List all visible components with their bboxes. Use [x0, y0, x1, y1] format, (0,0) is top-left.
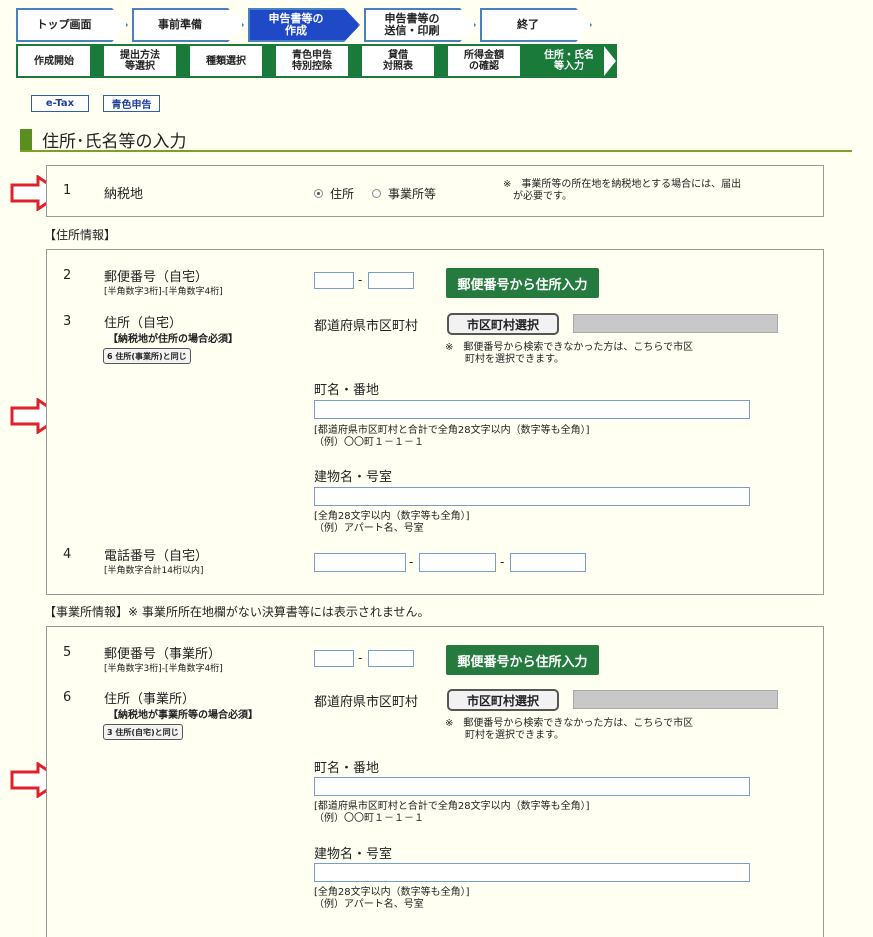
row-number: 3: [63, 314, 72, 329]
copy-home-address-button[interactable]: 3 住所(自宅)と同じ: [103, 724, 183, 740]
radio-office[interactable]: [372, 189, 381, 198]
sub-step-start[interactable]: 作成開始: [18, 46, 102, 76]
blue-return-icon: 青色申告: [103, 95, 160, 112]
home-city-select-button[interactable]: 市区町村選択: [447, 313, 559, 335]
home-phone-input-1[interactable]: [314, 553, 406, 572]
sub-step-label: 提出方法 等選択: [104, 46, 176, 76]
office-town-input[interactable]: [314, 777, 750, 796]
home-building-label: 建物名・号室: [314, 470, 393, 485]
nav-step-end[interactable]: 終了: [480, 8, 592, 42]
nav-step-label: 申告書等の 作成: [268, 12, 324, 37]
nav-step-label: 事前準備: [158, 18, 202, 31]
sub-step-label: 住所・氏名 等入力: [534, 46, 604, 76]
sub-step-address[interactable]: 住所・氏名 等入力: [534, 46, 616, 76]
sub-step-label: 所得金額 の確認: [448, 46, 520, 76]
office-building-note: [全角28文字以内（数字等も全角）] （例）アパート名、号室: [314, 887, 470, 910]
dash: -: [500, 555, 505, 569]
sub-step-balance[interactable]: 貸借 対照表: [362, 46, 446, 76]
home-phone-input-2[interactable]: [419, 553, 496, 572]
page-title: 住所･氏名等の入力: [42, 132, 187, 152]
nav-step-label: トップ画面: [36, 18, 92, 31]
home-building-input[interactable]: [314, 487, 750, 506]
office-building-label: 建物名・号室: [314, 847, 393, 862]
sub-step-label: 種類選択: [190, 46, 262, 76]
sub-step-label: 貸借 対照表: [362, 46, 434, 76]
office-address-label: 住所（事業所）: [104, 692, 196, 707]
home-town-label: 町名・番地: [314, 383, 380, 398]
dash: -: [358, 651, 363, 665]
radio-home[interactable]: [314, 189, 323, 198]
office-city-note: ※ 郵便番号から検索できなかった方は、こちらで市区 町村を選択できます。: [445, 718, 694, 741]
tax-place-label: 納税地: [104, 187, 144, 202]
home-info-box: [46, 249, 824, 595]
office-building-input[interactable]: [314, 863, 750, 882]
office-pref-label: 都道府県市区町村: [314, 695, 419, 710]
sub-step-label: 作成開始: [18, 46, 90, 76]
office-city-field: [573, 690, 778, 709]
office-postal-label: 郵便番号（事業所）: [104, 647, 222, 662]
nav-step-top[interactable]: トップ画面: [16, 8, 128, 42]
office-town-note: [都道府県市区町村と合計で全角28文字以内（数字等も全角）] （例）〇〇町１－１…: [314, 801, 590, 824]
home-postal-lookup-button[interactable]: 郵便番号から住所入力: [446, 268, 599, 298]
office-postal-lookup-button[interactable]: 郵便番号から住所入力: [446, 645, 599, 675]
row-number: 6: [63, 690, 72, 705]
home-postal-hint: [半角数字3桁]-[半角数字4桁]: [104, 287, 223, 297]
home-postal-label: 郵便番号（自宅）: [104, 270, 209, 285]
office-postal-input-2[interactable]: [368, 650, 414, 667]
home-building-note: [全角28文字以内（数字等も全角）] （例）アパート名、号室: [314, 511, 470, 534]
tax-place-note: ※ 事業所等の所在地を納税地とする場合には、届出 が必要です。: [503, 179, 742, 202]
nav-step-label: 終了: [517, 18, 539, 31]
heading-underline: [20, 150, 852, 152]
office-town-label: 町名・番地: [314, 761, 380, 776]
sub-step-method[interactable]: 提出方法 等選択: [104, 46, 188, 76]
home-town-note: [都道府県市区町村と合計で全角28文字以内（数字等も全角）] （例）〇〇町１－１…: [314, 425, 590, 448]
row-number: 1: [63, 183, 72, 198]
sub-step-label: 青色申告 特別控除: [276, 46, 348, 76]
nav-step-prep[interactable]: 事前準備: [132, 8, 244, 42]
home-address-required: 【納税地が住所の場合必須】: [108, 334, 238, 345]
office-section-heading: 【事業所情報】※ 事業所所在地欄がない決算書等には表示されません。: [44, 605, 430, 619]
sub-step-income[interactable]: 所得金額 の確認: [448, 46, 532, 76]
sub-step-deduction[interactable]: 青色申告 特別控除: [276, 46, 360, 76]
home-city-field: [573, 314, 778, 333]
radio-office-label: 事業所等: [388, 187, 437, 201]
dash: -: [358, 273, 363, 287]
nav-step-label: 申告書等の 送信・印刷: [384, 12, 440, 37]
heading-marker: [20, 129, 32, 151]
radio-home-label: 住所: [330, 187, 355, 201]
row-number: 2: [63, 268, 72, 283]
home-postal-input-1[interactable]: [314, 272, 354, 289]
sub-step-type[interactable]: 種類選択: [190, 46, 274, 76]
home-town-input[interactable]: [314, 400, 750, 419]
home-section-heading: 【住所情報】: [44, 228, 117, 242]
home-phone-label: 電話番号（自宅）: [104, 549, 209, 564]
row-number: 5: [63, 645, 72, 660]
home-postal-input-2[interactable]: [368, 272, 414, 289]
home-phone-input-3[interactable]: [510, 553, 586, 572]
nav-step-create[interactable]: 申告書等の 作成: [248, 8, 360, 42]
dash: -: [409, 555, 414, 569]
nav-step-send[interactable]: 申告書等の 送信・印刷: [364, 8, 476, 42]
office-address-required: 【納税地が事業所等の場合必須】: [108, 710, 258, 721]
home-address-label: 住所（自宅）: [104, 316, 183, 331]
office-postal-hint: [半角数字3桁]-[半角数字4桁]: [104, 664, 223, 674]
office-city-select-button[interactable]: 市区町村選択: [447, 689, 559, 711]
copy-office-address-button[interactable]: 6 住所(事業所)と同じ: [103, 348, 191, 364]
row-number: 4: [63, 547, 72, 562]
etax-icon: e-Tax: [31, 95, 89, 112]
home-city-note: ※ 郵便番号から検索できなかった方は、こちらで市区 町村を選択できます。: [445, 342, 694, 365]
office-postal-input-1[interactable]: [314, 650, 354, 667]
home-pref-label: 都道府県市区町村: [314, 319, 419, 334]
home-phone-hint: [半角数字合計14桁以内]: [104, 566, 204, 576]
